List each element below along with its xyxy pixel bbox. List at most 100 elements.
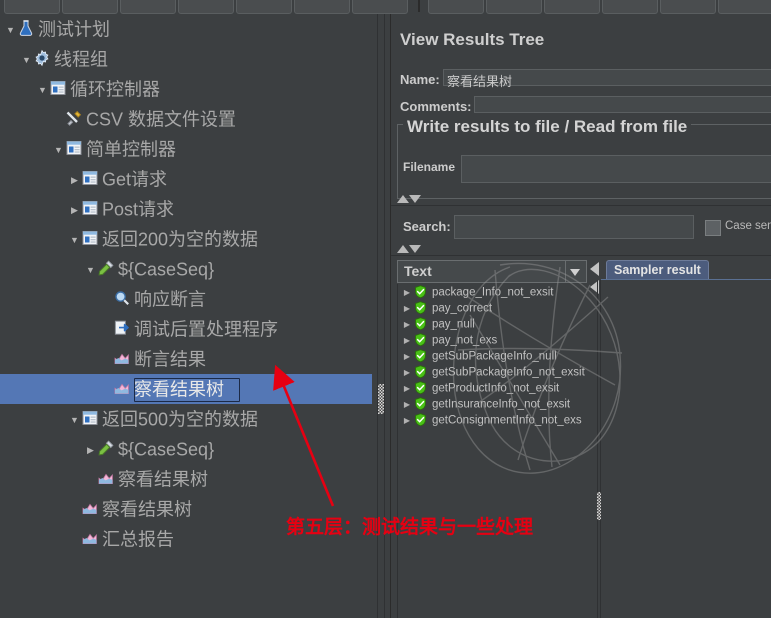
- tree-node[interactable]: ▼ 简单控制器: [0, 134, 372, 164]
- tree-node[interactable]: ▶ ${CaseSeq}: [0, 434, 372, 464]
- result-list-item[interactable]: ▶ getSubPackageInfo_null: [398, 348, 600, 364]
- comments-label: Comments:: [400, 99, 472, 114]
- triangle-left-icon: [590, 262, 599, 276]
- toolbar-button[interactable]: [428, 0, 484, 14]
- tree-node[interactable]: ▶ Get请求: [0, 164, 372, 194]
- result-list-item[interactable]: ▶ package_Info_not_exsit: [398, 284, 600, 300]
- toolbar-button[interactable]: [120, 0, 176, 14]
- chevron-down-icon[interactable]: [565, 261, 586, 282]
- view-results-tree-panel[interactable]: View Results Tree Name: 察看结果树 Comments: …: [390, 14, 771, 618]
- twisty-right-icon[interactable]: ▶: [400, 317, 414, 333]
- toolbar-button[interactable]: [236, 0, 292, 14]
- test-plan-tree[interactable]: ▼ 测试计划 ▼ 线程组 ▼ 循环控制器 CSV 数据文件设置 ▼ 简单控制器 ▶ Get请求 ▶ Po…: [0, 14, 372, 618]
- twisty-down-icon[interactable]: ▼: [36, 75, 49, 105]
- twisty-right-icon[interactable]: ▶: [84, 435, 97, 465]
- twisty-down-icon[interactable]: ▼: [68, 405, 81, 435]
- toolbar[interactable]: [0, 0, 771, 14]
- divider: [391, 255, 771, 256]
- result-list-item[interactable]: ▶ pay_correct: [398, 300, 600, 316]
- toolbar-button[interactable]: [486, 0, 542, 14]
- result-list-item[interactable]: ▶ pay_not_exs: [398, 332, 600, 348]
- toolbar-button[interactable]: [4, 0, 60, 14]
- result-list-item[interactable]: ▶ getProductInfo_not_exsit: [398, 380, 600, 396]
- twisty-right-icon[interactable]: ▶: [68, 195, 81, 225]
- toolbar-button[interactable]: [602, 0, 658, 14]
- success-shield-icon: [414, 365, 427, 379]
- result-list-item[interactable]: ▶ getSubPackageInfo_not_exsit: [398, 364, 600, 380]
- tree-node-label: 察看结果树: [134, 379, 224, 400]
- tree-node-label: 简单控制器: [86, 139, 176, 160]
- twisty-right-icon[interactable]: ▶: [400, 349, 414, 365]
- case-sensitive-checkbox[interactable]: [705, 220, 721, 236]
- toolbar-button[interactable]: [62, 0, 118, 14]
- twisty-down-icon[interactable]: ▼: [68, 225, 81, 255]
- divider: [391, 205, 771, 206]
- tree-node[interactable]: ▼ 测试计划: [0, 14, 372, 44]
- result-list-item[interactable]: ▶ getInsuranceInfo_not_exsit: [398, 396, 600, 412]
- tree-node[interactable]: 调试后置处理程序: [0, 314, 372, 344]
- controller-icon: [81, 408, 99, 426]
- tree-node[interactable]: ▼ ${CaseSeq}: [0, 254, 372, 284]
- twisty-down-icon[interactable]: ▼: [20, 45, 33, 75]
- twisty-down-icon[interactable]: ▼: [4, 15, 17, 45]
- tree-node[interactable]: 察看结果树: [0, 464, 372, 494]
- tab-content-pane: [601, 280, 771, 618]
- flask-icon: [17, 18, 35, 36]
- tab-sampler-result[interactable]: Sampler result: [606, 260, 709, 280]
- twisty-right-icon[interactable]: ▶: [400, 301, 414, 317]
- toolbar-button[interactable]: [660, 0, 716, 14]
- name-input[interactable]: 察看结果树: [443, 69, 771, 89]
- controller-icon: [65, 138, 83, 156]
- twisty-right-icon[interactable]: ▶: [400, 397, 414, 413]
- tree-node[interactable]: ▼ 循环控制器: [0, 74, 372, 104]
- tree-node[interactable]: ▼ 返回500为空的数据: [0, 404, 372, 434]
- twisty-right-icon[interactable]: ▶: [400, 333, 414, 349]
- twisty-right-icon[interactable]: ▶: [68, 165, 81, 195]
- twisty-right-icon[interactable]: ▶: [400, 381, 414, 397]
- results-list-region[interactable]: Text ▶ package_Info_not_exsit ▶ pay_correct…: [397, 260, 601, 618]
- toolbar-button[interactable]: [178, 0, 234, 14]
- tree-node-selected[interactable]: 察看结果树: [0, 374, 372, 404]
- success-shield-icon: [414, 349, 427, 363]
- collapse-expand-toggle[interactable]: [397, 194, 423, 204]
- toolbar-button[interactable]: [718, 0, 771, 14]
- result-list-item[interactable]: ▶ getConsignmentInfo_not_exs: [398, 412, 600, 428]
- comments-input[interactable]: [474, 96, 771, 113]
- result-item-label: pay_not_exs: [432, 334, 498, 347]
- tree-node[interactable]: ▶ Post请求: [0, 194, 372, 224]
- test-plan-panel[interactable]: ▼ 测试计划 ▼ 线程组 ▼ 循环控制器 CSV 数据文件设置 ▼ 简单控制器 ▶ Get请求 ▶ Po…: [0, 14, 372, 618]
- twisty-down-icon[interactable]: ▼: [52, 135, 65, 165]
- tree-node[interactable]: ▼ 线程组: [0, 44, 372, 74]
- twisty-right-icon[interactable]: ▶: [400, 365, 414, 381]
- search-collapse-toggle[interactable]: [397, 244, 423, 254]
- toolbar-button[interactable]: [294, 0, 350, 14]
- success-shield-icon: [414, 413, 427, 427]
- result-item-label: getSubPackageInfo_not_exsit: [432, 366, 585, 379]
- tree-node-label: 汇总报告: [102, 529, 174, 550]
- render-type-select[interactable]: Text: [397, 260, 587, 283]
- tree-node[interactable]: 断言结果: [0, 344, 372, 374]
- render-type-value: Text: [404, 263, 432, 279]
- result-tabs[interactable]: Sampler result: [601, 260, 771, 280]
- listener-icon: [113, 378, 131, 396]
- tree-node-label: 返回200为空的数据: [102, 229, 259, 250]
- search-input[interactable]: [454, 215, 694, 239]
- tree-node[interactable]: ▼ 返回200为空的数据: [0, 224, 372, 254]
- splitter-grip[interactable]: [378, 384, 384, 414]
- splitter-line: [384, 14, 385, 618]
- tree-node[interactable]: 响应断言: [0, 284, 372, 314]
- twisty-right-icon[interactable]: ▶: [400, 413, 414, 429]
- twisty-right-icon[interactable]: ▶: [400, 285, 414, 301]
- tree-node[interactable]: 汇总报告: [0, 524, 372, 554]
- result-item-label: getProductInfo_not_exsit: [432, 382, 560, 395]
- tree-node-label: ${CaseSeq}: [118, 439, 215, 460]
- results-list[interactable]: ▶ package_Info_not_exsit ▶ pay_correct ▶ pay_…: [397, 284, 601, 618]
- twisty-down-icon[interactable]: ▼: [84, 255, 97, 285]
- tree-node[interactable]: CSV 数据文件设置: [0, 104, 372, 134]
- tree-node[interactable]: 察看结果树: [0, 494, 372, 524]
- toolbar-button[interactable]: [352, 0, 408, 14]
- panel-splitter[interactable]: [372, 14, 390, 618]
- toolbar-button[interactable]: [544, 0, 600, 14]
- filename-input[interactable]: [461, 155, 771, 183]
- result-list-item[interactable]: ▶ pay_null: [398, 316, 600, 332]
